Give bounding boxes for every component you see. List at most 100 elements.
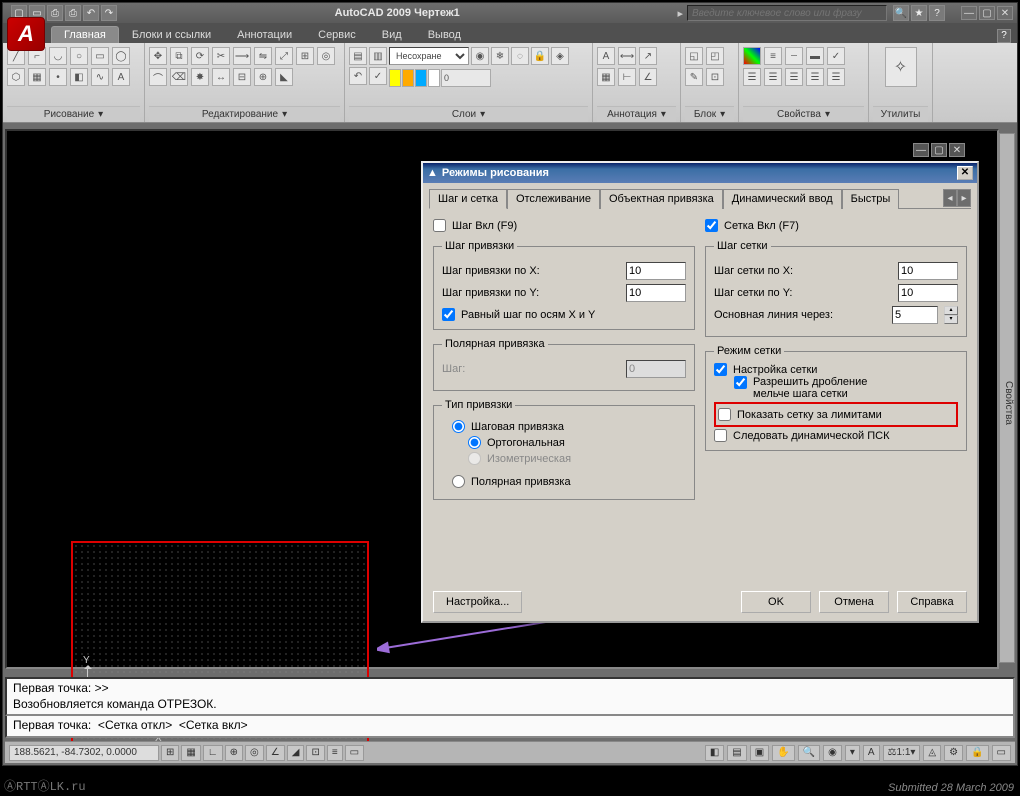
join-icon[interactable]: ⊕ xyxy=(254,68,272,86)
layer-sun-icon[interactable] xyxy=(402,69,414,87)
layer-iso-icon[interactable]: ◉ xyxy=(471,47,489,65)
tab-main[interactable]: Главная xyxy=(51,26,119,43)
layer-lock2-icon[interactable] xyxy=(415,69,427,87)
help-button[interactable]: Справка xyxy=(897,591,967,613)
tab-service[interactable]: Сервис xyxy=(305,26,369,43)
layer-off-icon[interactable]: ◌ xyxy=(511,47,529,65)
status-annovis-icon[interactable]: ◬ xyxy=(923,745,941,761)
grid-on-checkbox[interactable] xyxy=(705,219,718,232)
follow-ucs-checkbox[interactable] xyxy=(714,429,727,442)
minimize-button[interactable]: — xyxy=(961,6,977,20)
tab-tracking[interactable]: Отслеживание xyxy=(507,189,600,209)
chevron-down-icon[interactable]: ▾ xyxy=(98,109,103,120)
spinner-down-icon[interactable]: ▾ xyxy=(944,315,958,324)
table-icon[interactable]: ▦ xyxy=(597,68,615,86)
status-ducs-icon[interactable]: ◢ xyxy=(287,745,305,761)
block-insert-icon[interactable]: ◱ xyxy=(685,47,703,65)
status-model-icon[interactable]: ◧ xyxy=(705,745,724,761)
rect-icon[interactable]: ▭ xyxy=(91,47,109,65)
hexagon-icon[interactable]: ⬡ xyxy=(7,68,25,86)
offset-icon[interactable]: ◎ xyxy=(317,47,335,65)
status-polar-icon[interactable]: ⊕ xyxy=(225,745,243,761)
snap-ortho-radio[interactable] xyxy=(468,436,481,449)
status-otrack-icon[interactable]: ∠ xyxy=(266,745,285,761)
tab-dyninput[interactable]: Динамический ввод xyxy=(723,189,842,209)
tab-snap-grid[interactable]: Шаг и сетка xyxy=(429,189,507,209)
layer-match-icon[interactable]: ✓ xyxy=(369,67,387,85)
status-layout-icon[interactable]: ▤ xyxy=(727,745,746,761)
array-icon[interactable]: ⊞ xyxy=(296,47,314,65)
explode-icon[interactable]: ✸ xyxy=(191,68,209,86)
break-icon[interactable]: ⊟ xyxy=(233,68,251,86)
point-icon[interactable]: • xyxy=(49,68,67,86)
dim-linear-icon[interactable]: ⊢ xyxy=(618,68,636,86)
dialog-close-button[interactable]: ✕ xyxy=(957,166,973,180)
rotate-icon[interactable]: ⟳ xyxy=(191,47,209,65)
layer-props-icon[interactable]: ▤ xyxy=(349,47,367,65)
fillet-icon[interactable]: ⌒ xyxy=(149,68,167,86)
tab-scroll-left-icon[interactable]: ◂ xyxy=(943,189,957,207)
status-clean-icon[interactable]: ▭ xyxy=(992,745,1011,761)
snap-y-input[interactable] xyxy=(626,284,686,302)
ellipse-icon[interactable]: ◯ xyxy=(112,47,130,65)
tab-view[interactable]: Вид xyxy=(369,26,415,43)
layer-make-icon[interactable]: ◈ xyxy=(551,47,569,65)
status-showhide-icon[interactable]: ▾ xyxy=(845,745,860,761)
color-icon[interactable] xyxy=(743,47,761,65)
tab-annotations[interactable]: Аннотации xyxy=(224,26,305,43)
chevron-down-icon[interactable]: ▾ xyxy=(720,109,725,120)
scale-icon[interactable]: ⤢ xyxy=(275,47,293,65)
settings-button[interactable]: Настройка... xyxy=(433,591,522,613)
doc-minimize-button[interactable]: — xyxy=(913,143,929,157)
help-icon[interactable]: ? xyxy=(929,5,945,21)
spinner-up-icon[interactable]: ▴ xyxy=(944,306,958,315)
dim-angular-icon[interactable]: ∠ xyxy=(639,68,657,86)
chevron-down-icon[interactable]: ▾ xyxy=(825,109,830,120)
qat-redo-icon[interactable]: ↷ xyxy=(101,5,117,21)
equal-xy-checkbox[interactable] xyxy=(442,308,455,321)
tab-osnap[interactable]: Объектная привязка xyxy=(600,189,723,209)
chevron-down-icon[interactable]: ▾ xyxy=(282,109,287,120)
extend-icon[interactable]: ⟶ xyxy=(233,47,251,65)
status-osnap-icon[interactable]: ◎ xyxy=(245,745,264,761)
props-list-icon[interactable]: ☰ xyxy=(743,68,761,86)
grid-y-input[interactable] xyxy=(898,284,958,302)
layer-prev-icon[interactable]: ↶ xyxy=(349,67,367,85)
status-lwt-icon[interactable]: ≡ xyxy=(327,745,343,761)
status-ortho-icon[interactable]: ∟ xyxy=(203,745,223,761)
props-list2-icon[interactable]: ☰ xyxy=(764,68,782,86)
app-logo[interactable]: A xyxy=(7,17,45,51)
grid-x-input[interactable] xyxy=(898,262,958,280)
snap-x-input[interactable] xyxy=(626,262,686,280)
status-zoom-icon[interactable]: 🔍 xyxy=(798,745,820,761)
doc-maximize-button[interactable]: ▢ xyxy=(931,143,947,157)
linetype-icon[interactable]: ┄ xyxy=(785,47,803,65)
dimension-icon[interactable]: ⟷ xyxy=(618,47,636,65)
hatch-icon[interactable]: ▦ xyxy=(28,68,46,86)
snap-type-polar-radio[interactable] xyxy=(452,475,465,488)
close-button[interactable]: ✕ xyxy=(997,6,1013,20)
ribbon-help-icon[interactable]: ? xyxy=(997,29,1011,43)
qat-print-icon[interactable]: ⎙ xyxy=(65,5,81,21)
chevron-down-icon[interactable]: ▾ xyxy=(480,109,485,120)
status-pan-icon[interactable]: ✋ xyxy=(772,745,794,761)
layer-zero[interactable]: 0 xyxy=(441,69,491,87)
match-props-icon[interactable]: ✓ xyxy=(827,47,845,65)
command-line[interactable]: Первая точка: <Сетка откл> <Сетка вкл> xyxy=(5,716,1015,738)
status-dyn-icon[interactable]: ⊡ xyxy=(306,745,324,761)
leader-icon[interactable]: ↗ xyxy=(639,47,657,65)
tab-output[interactable]: Вывод xyxy=(415,26,474,43)
trim-icon[interactable]: ✂ xyxy=(212,47,230,65)
status-wheel-icon[interactable]: ◉ xyxy=(823,745,842,761)
snap-type-grid-radio[interactable] xyxy=(452,420,465,433)
layer-combo[interactable]: Несохране xyxy=(389,47,469,65)
tab-quick[interactable]: Быстры xyxy=(842,189,900,209)
layer-bulb-icon[interactable] xyxy=(389,69,401,87)
qat-undo-icon[interactable]: ↶ xyxy=(83,5,99,21)
status-qp-icon[interactable]: ▭ xyxy=(345,745,364,761)
erase-icon[interactable]: ⌫ xyxy=(170,68,188,86)
props-list5-icon[interactable]: ☰ xyxy=(827,68,845,86)
search-input[interactable] xyxy=(687,5,887,21)
chevron-down-icon[interactable]: ▾ xyxy=(661,109,666,120)
status-ws-icon[interactable]: ⚙ xyxy=(944,745,963,761)
